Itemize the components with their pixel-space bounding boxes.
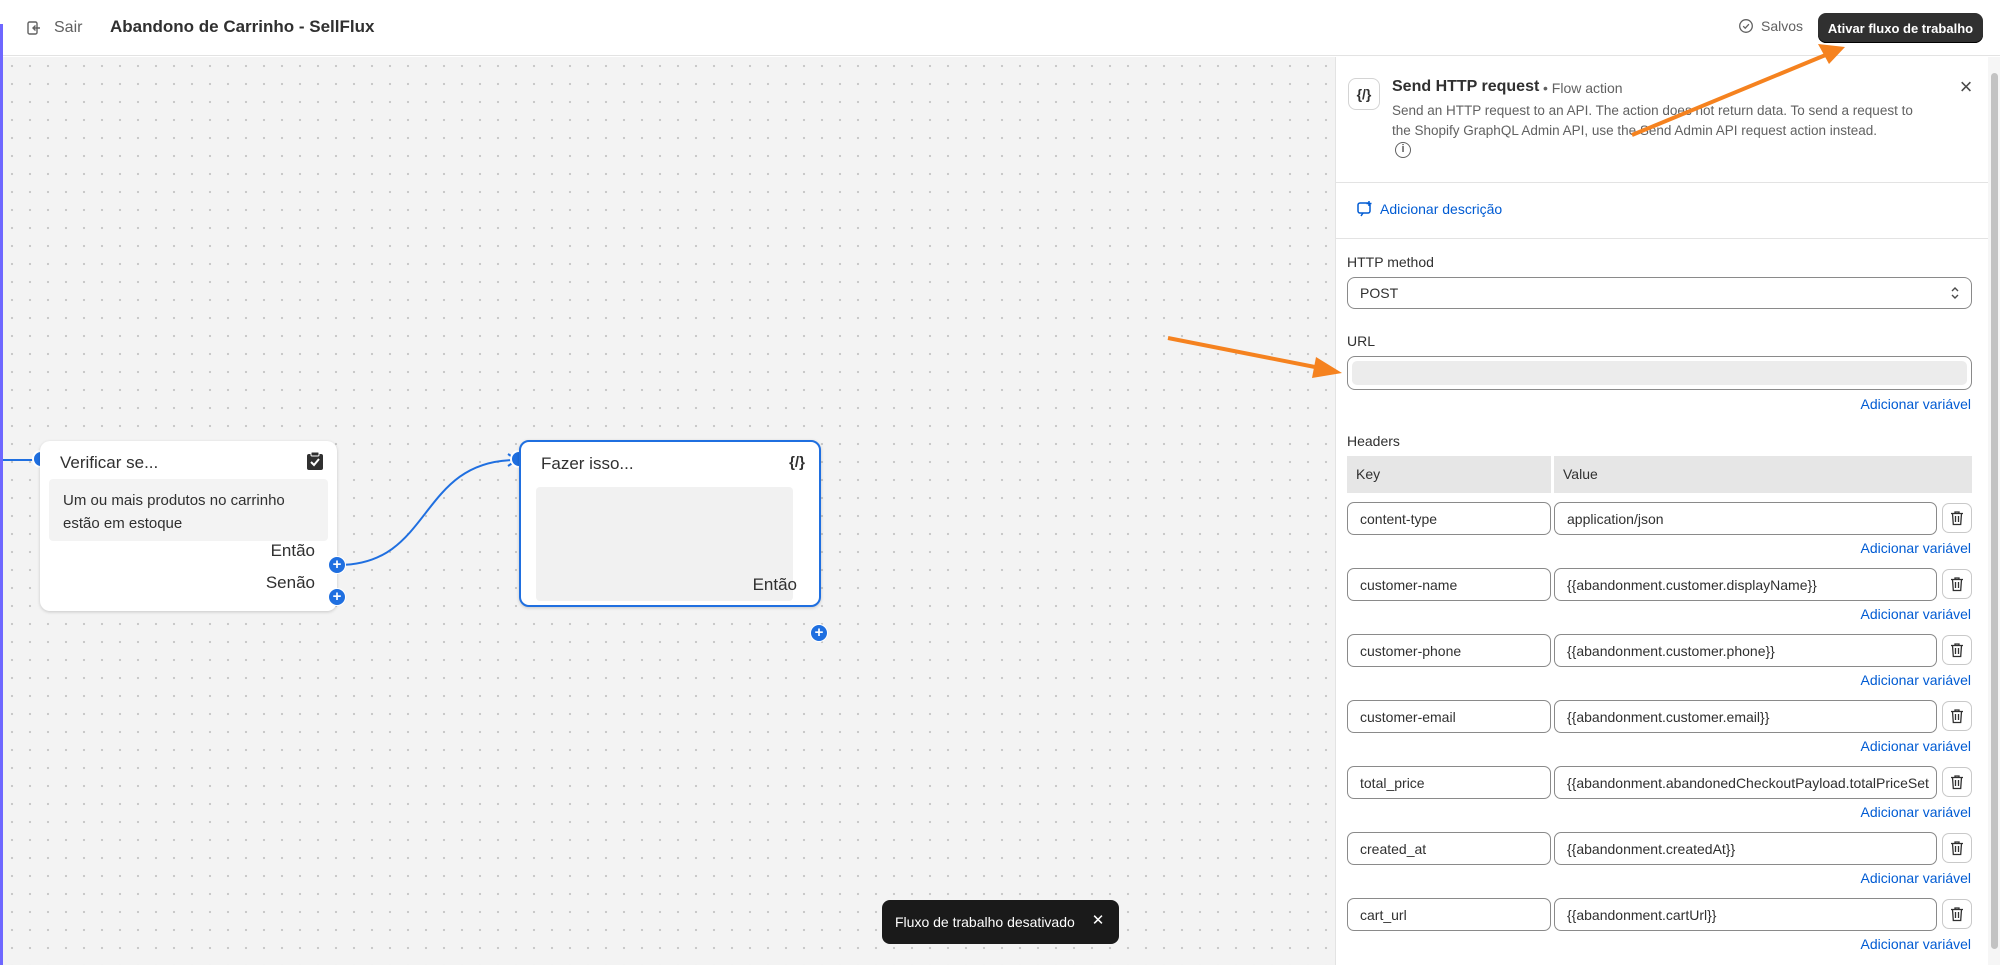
saved-label: Salvos: [1761, 18, 1804, 34]
trash-icon: [1951, 907, 1963, 922]
header-key-input[interactable]: cart_url: [1347, 898, 1551, 931]
info-icon[interactable]: i: [1395, 142, 1411, 158]
add-variable-link[interactable]: Adicionar variável: [1861, 804, 1972, 820]
header-value-input[interactable]: {{abandonment.customer.displayName}}: [1554, 568, 1937, 601]
else-add-button[interactable]: +: [328, 588, 346, 606]
add-variable-link[interactable]: Adicionar variável: [1861, 540, 1972, 556]
condition-node-title: Verificar se...: [60, 453, 159, 472]
toast-notification: Fluxo de trabalho desativado ✕: [882, 900, 1119, 944]
select-chevron-icon: [1951, 287, 1959, 299]
panel-header: {/} Send HTTP request • Flow action Send…: [1336, 57, 1988, 183]
then-connector: [338, 459, 517, 566]
delete-header-button[interactable]: [1942, 899, 1972, 929]
header-key-input[interactable]: content-type: [1347, 502, 1551, 535]
delete-header-button[interactable]: [1942, 833, 1972, 863]
header-value-input[interactable]: {{abandonment.customer.email}}: [1554, 700, 1937, 733]
add-variable-link[interactable]: Adicionar variável: [1861, 738, 1972, 754]
condition-text: Um ou mais produtos no carrinho estão em…: [49, 479, 328, 541]
add-variable-link[interactable]: Adicionar variável: [1861, 672, 1972, 688]
check-circle-icon: [1739, 19, 1753, 33]
url-label: URL: [1347, 333, 1376, 349]
scrollbar-thumb[interactable]: [1991, 73, 1998, 949]
code-icon: {/}: [789, 453, 805, 471]
action-then-label: Então: [752, 575, 797, 594]
exit-button[interactable]: Sair: [26, 17, 82, 39]
headers-value-column: Value: [1554, 456, 1972, 493]
action-node-title: Fazer isso...: [541, 454, 634, 473]
add-variable-link[interactable]: Adicionar variável: [1861, 396, 1972, 412]
workflow-canvas[interactable]: Verificar se... Um ou mais produtos no c…: [3, 57, 1335, 965]
http-method-select[interactable]: POST: [1347, 277, 1972, 309]
note-add-icon: [1357, 201, 1372, 217]
header-key-input[interactable]: customer-email: [1347, 700, 1551, 733]
header-key-input[interactable]: customer-name: [1347, 568, 1551, 601]
else-branch-label: Senão: [265, 573, 315, 592]
action-then-add-button[interactable]: +: [810, 624, 828, 642]
url-input-value: [1352, 361, 1967, 385]
exit-label: Sair: [54, 19, 83, 36]
delete-header-button[interactable]: [1942, 569, 1972, 599]
clipboard-check-icon: [303, 449, 327, 473]
add-variable-link[interactable]: Adicionar variável: [1861, 870, 1972, 886]
then-add-button[interactable]: +: [328, 556, 346, 574]
delete-header-button[interactable]: [1942, 701, 1972, 731]
http-method-value: POST: [1360, 285, 1399, 301]
delete-header-button[interactable]: [1942, 503, 1972, 533]
toast-close-icon[interactable]: ✕: [1090, 913, 1106, 929]
panel-scrollbar[interactable]: [1988, 57, 2000, 965]
delete-header-button[interactable]: [1942, 635, 1972, 665]
panel-title: Send HTTP request: [1392, 78, 1540, 95]
trash-icon: [1951, 709, 1963, 724]
then-branch-label: Então: [270, 541, 315, 560]
header-value-input[interactable]: {{abandonment.cartUrl}}: [1554, 898, 1937, 931]
trash-icon: [1951, 511, 1963, 526]
headers-label: Headers: [1347, 433, 1400, 449]
add-variable-link[interactable]: Adicionar variável: [1861, 936, 1972, 952]
headers-key-column: Key: [1347, 456, 1551, 493]
header-value-input[interactable]: {{abandonment.createdAt}}: [1554, 832, 1937, 865]
activate-workflow-button[interactable]: Ativar fluxo de trabalho: [1818, 13, 1983, 43]
page-title: Abandono de Carrinho - SellFlux: [110, 17, 375, 36]
header-value-input[interactable]: application/json: [1554, 502, 1937, 535]
header-key-input[interactable]: created_at: [1347, 832, 1551, 865]
header-key-input[interactable]: total_price: [1347, 766, 1551, 799]
url-input[interactable]: [1347, 356, 1972, 390]
delete-header-button[interactable]: [1942, 767, 1972, 797]
toast-message: Fluxo de trabalho desativado: [895, 914, 1075, 930]
add-variable-link[interactable]: Adicionar variável: [1861, 606, 1972, 622]
add-description-section: Adicionar descrição: [1336, 184, 1988, 239]
header-value-input[interactable]: {{abandonment.abandonedCheckoutPayload.t…: [1554, 766, 1937, 799]
exit-icon: [27, 21, 40, 35]
trash-icon: [1951, 775, 1963, 790]
add-description-label: Adicionar descrição: [1380, 201, 1503, 217]
condition-node[interactable]: Verificar se... Um ou mais produtos no c…: [40, 441, 337, 611]
panel-description: Send an HTTP request to an API. The acti…: [1392, 103, 1913, 138]
add-description-button[interactable]: Adicionar descrição: [1356, 200, 1502, 218]
header-value-input[interactable]: {{abandonment.customer.phone}}: [1554, 634, 1937, 667]
saved-status: Salvos: [1738, 18, 1803, 34]
http-method-label: HTTP method: [1347, 254, 1434, 270]
action-config-panel: {/} Send HTTP request • Flow action Send…: [1335, 57, 2000, 965]
trash-icon: [1951, 841, 1963, 856]
code-icon: {/}: [1348, 78, 1380, 110]
top-bar: Sair Abandono de Carrinho - SellFlux Sal…: [0, 0, 2000, 56]
trash-icon: [1951, 643, 1963, 658]
close-panel-button[interactable]: ×: [1954, 75, 1978, 99]
trash-icon: [1951, 577, 1963, 592]
panel-subtitle: • Flow action: [1543, 80, 1623, 96]
action-node[interactable]: Fazer isso... {/} Então: [519, 440, 821, 607]
header-key-input[interactable]: customer-phone: [1347, 634, 1551, 667]
